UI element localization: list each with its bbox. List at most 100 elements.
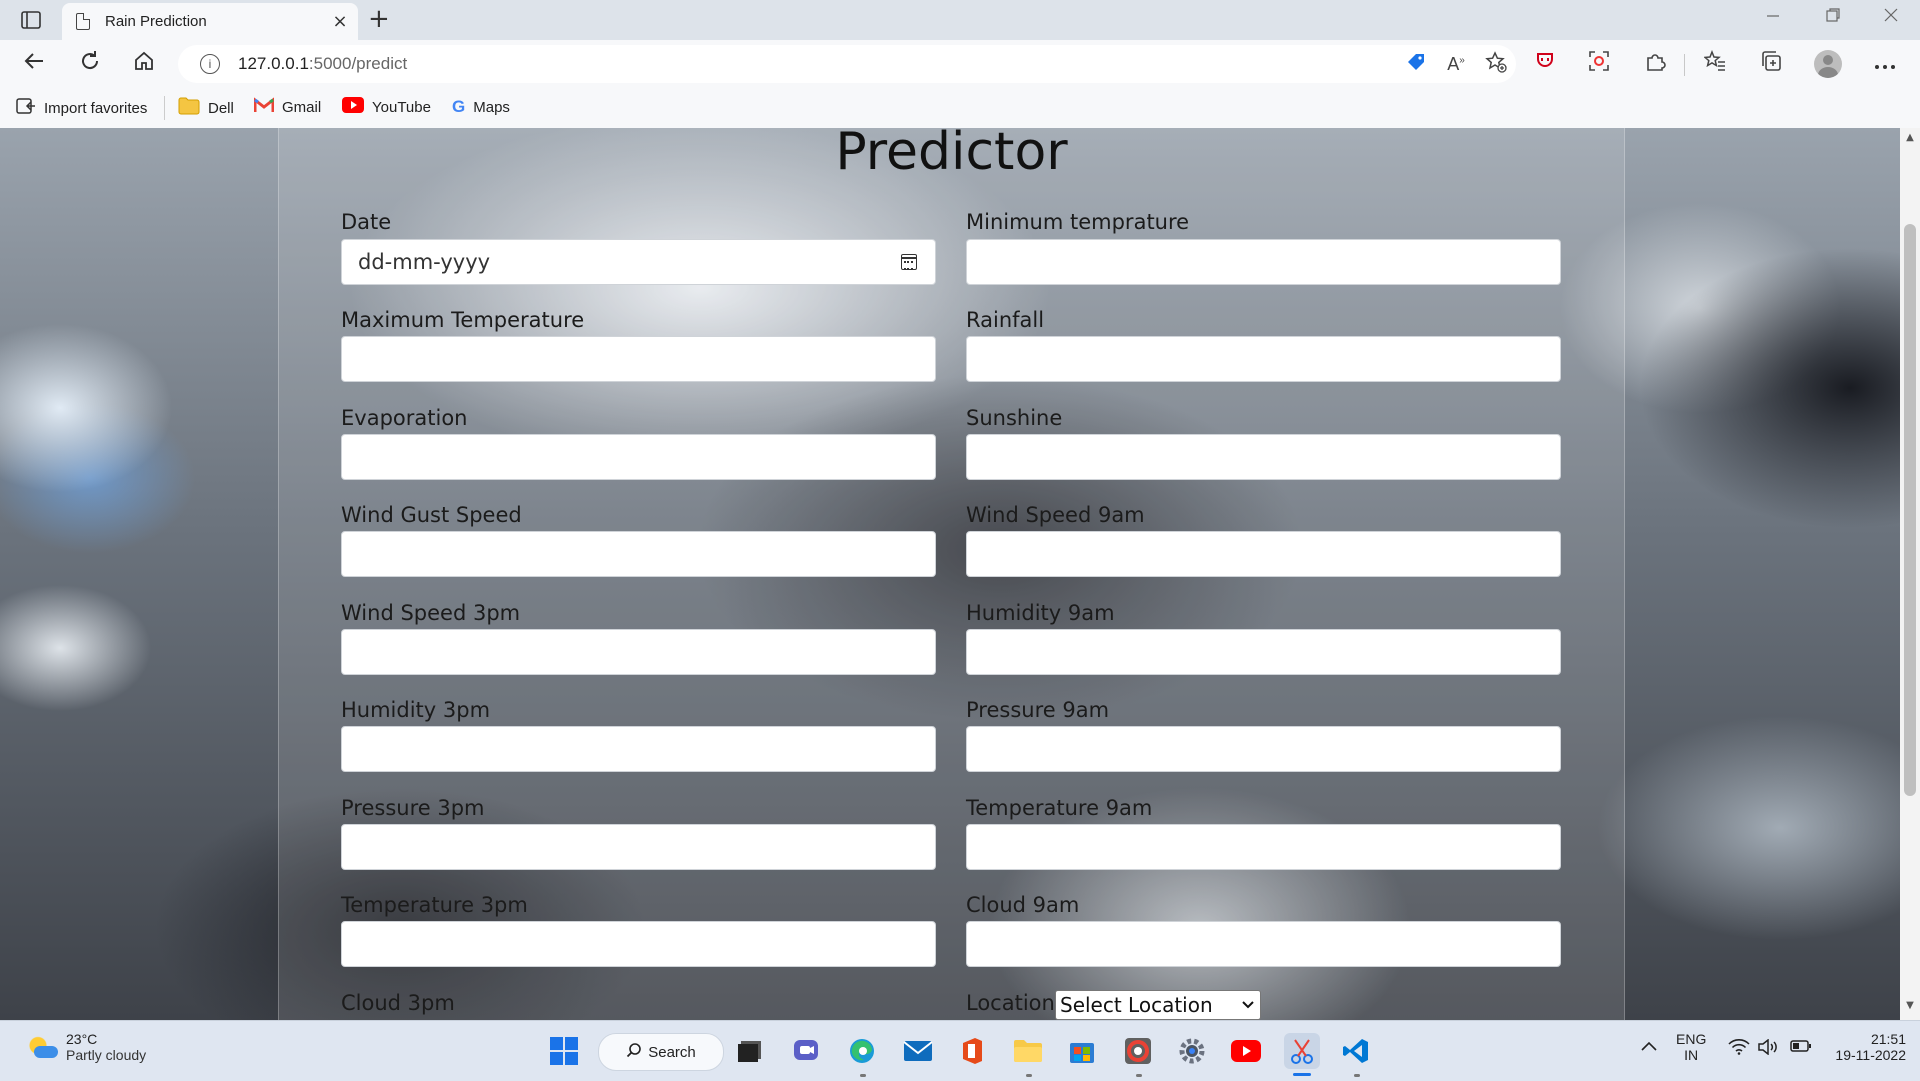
read-aloud-icon[interactable]: A» bbox=[1436, 54, 1476, 75]
home-icon[interactable] bbox=[128, 50, 160, 78]
label-wind-gust-speed: Wind Gust Speed bbox=[341, 503, 522, 527]
scroll-thumb[interactable] bbox=[1904, 224, 1916, 796]
google-icon: G bbox=[452, 97, 466, 116]
youtube-app-icon[interactable] bbox=[1228, 1033, 1264, 1069]
tab-title: Rain Prediction bbox=[105, 13, 207, 30]
location-selected-value: Select Location bbox=[1060, 993, 1213, 1017]
collections-icon[interactable] bbox=[1756, 50, 1786, 78]
back-icon[interactable] bbox=[18, 50, 50, 78]
cloud-9am-input[interactable] bbox=[966, 921, 1561, 967]
volume-icon[interactable] bbox=[1758, 1038, 1780, 1058]
windows-taskbar: 23°C Partly cloudy Search ENG IN 21:51 1… bbox=[0, 1020, 1920, 1081]
wifi-icon[interactable] bbox=[1728, 1039, 1750, 1058]
temperature-9am-input[interactable] bbox=[966, 824, 1561, 870]
favorite-label: Import favorites bbox=[44, 99, 148, 117]
label-sunshine: Sunshine bbox=[966, 406, 1063, 430]
browser-tab-bar: Rain Prediction × + bbox=[0, 0, 1920, 40]
mail-icon[interactable] bbox=[900, 1033, 936, 1069]
evaporation-input[interactable] bbox=[341, 434, 936, 480]
min-temperature-input[interactable] bbox=[966, 239, 1561, 285]
pressure-3pm-input[interactable] bbox=[341, 824, 936, 870]
favorite-label: Gmail bbox=[282, 98, 322, 116]
url-host: 127.0.0.1 bbox=[238, 54, 309, 73]
pressure-9am-input[interactable] bbox=[966, 726, 1561, 772]
favorite-youtube[interactable]: YouTube bbox=[342, 97, 431, 117]
max-temperature-input[interactable] bbox=[341, 336, 936, 382]
show-hidden-icons[interactable] bbox=[1640, 1039, 1658, 1055]
taskbar-search[interactable]: Search bbox=[598, 1033, 724, 1071]
favorite-label: Maps bbox=[473, 98, 510, 116]
browser-toolbar: i 127.0.0.1:5000/predict A» bbox=[0, 40, 1920, 88]
close-window-icon[interactable] bbox=[1884, 6, 1898, 27]
settings-icon[interactable] bbox=[1174, 1033, 1210, 1069]
start-icon[interactable] bbox=[546, 1033, 582, 1069]
wind-speed-3pm-input[interactable] bbox=[341, 629, 936, 675]
minimize-icon[interactable] bbox=[1766, 6, 1780, 27]
teams-chat-icon[interactable] bbox=[788, 1033, 824, 1069]
scroll-down-icon[interactable]: ▼ bbox=[1900, 1000, 1920, 1018]
rainfall-input[interactable] bbox=[966, 336, 1561, 382]
new-tab-button[interactable]: + bbox=[368, 4, 390, 34]
location-select[interactable]: Select Location bbox=[1055, 990, 1261, 1020]
pdf-extension-icon[interactable] bbox=[1530, 50, 1560, 78]
edge-icon[interactable] bbox=[844, 1033, 880, 1069]
page-scrollbar[interactable]: ▲ ▼ bbox=[1900, 128, 1920, 1020]
shopping-tag-icon[interactable] bbox=[1396, 52, 1436, 77]
screenshot-icon[interactable] bbox=[1584, 50, 1614, 78]
wind-gust-speed-input[interactable] bbox=[341, 531, 936, 577]
label-date: Date bbox=[341, 210, 392, 234]
site-info-icon[interactable]: i bbox=[200, 54, 220, 74]
calendar-icon[interactable] bbox=[901, 254, 917, 270]
input-language[interactable]: ENG IN bbox=[1676, 1031, 1706, 1063]
region-code: IN bbox=[1684, 1047, 1699, 1063]
label-location: Location bbox=[966, 991, 1055, 1015]
battery-icon[interactable] bbox=[1790, 1039, 1812, 1056]
date-input[interactable]: dd-mm-yyyy bbox=[341, 239, 936, 285]
profile-avatar[interactable] bbox=[1814, 50, 1842, 78]
humidity-3pm-input[interactable] bbox=[341, 726, 936, 772]
label-humidity-9am: Humidity 9am bbox=[966, 601, 1115, 625]
more-menu-icon[interactable] bbox=[1870, 50, 1900, 78]
browser-tab[interactable]: Rain Prediction × bbox=[62, 3, 358, 40]
url-text[interactable]: 127.0.0.1:5000/predict bbox=[238, 54, 1396, 74]
refresh-icon[interactable] bbox=[74, 50, 106, 78]
system-clock[interactable]: 21:51 19-11-2022 bbox=[1826, 1031, 1906, 1063]
favorite-gmail[interactable]: Gmail bbox=[253, 96, 322, 117]
clock-time: 21:51 bbox=[1870, 1031, 1906, 1047]
favorite-maps[interactable]: G Maps bbox=[452, 97, 510, 117]
restore-icon[interactable] bbox=[1826, 6, 1840, 27]
tab-actions-icon[interactable] bbox=[14, 8, 48, 32]
weather-widget[interactable]: 23°C Partly cloudy bbox=[26, 1031, 146, 1063]
store-icon[interactable] bbox=[1064, 1033, 1100, 1069]
label-wind-speed-3pm: Wind Speed 3pm bbox=[341, 601, 521, 625]
running-indicator bbox=[860, 1074, 866, 1077]
sunshine-input[interactable] bbox=[966, 434, 1561, 480]
task-view-icon[interactable] bbox=[732, 1033, 768, 1069]
favorite-import[interactable]: Import favorites bbox=[16, 97, 147, 119]
favorites-icon[interactable] bbox=[1700, 49, 1730, 78]
search-label: Search bbox=[648, 1043, 696, 1061]
partly-cloudy-icon bbox=[26, 1032, 58, 1062]
import-icon bbox=[16, 97, 36, 119]
snipping-tool-icon[interactable] bbox=[1284, 1033, 1320, 1069]
address-bar[interactable]: i 127.0.0.1:5000/predict A» bbox=[178, 45, 1516, 83]
chrome-icon[interactable] bbox=[1120, 1033, 1156, 1069]
scroll-up-icon[interactable]: ▲ bbox=[1900, 132, 1920, 150]
favorite-dell[interactable]: Dell bbox=[178, 97, 234, 119]
chevron-down-icon bbox=[1242, 997, 1254, 1013]
extensions-icon[interactable] bbox=[1640, 50, 1670, 78]
favorites-divider bbox=[164, 96, 165, 120]
favorite-label: Dell bbox=[208, 99, 234, 117]
running-indicator bbox=[1354, 1074, 1360, 1077]
office-icon[interactable] bbox=[954, 1033, 990, 1069]
label-max-temperature: Maximum Temperature bbox=[341, 308, 585, 332]
file-explorer-icon[interactable] bbox=[1010, 1033, 1046, 1069]
temperature-3pm-input[interactable] bbox=[341, 921, 936, 967]
add-favorite-icon[interactable] bbox=[1476, 50, 1516, 78]
wind-speed-9am-input[interactable] bbox=[966, 531, 1561, 577]
close-tab-icon[interactable]: × bbox=[328, 11, 352, 32]
label-humidity-3pm: Humidity 3pm bbox=[341, 698, 491, 722]
humidity-9am-input[interactable] bbox=[966, 629, 1561, 675]
youtube-icon bbox=[342, 97, 364, 117]
vscode-icon[interactable] bbox=[1338, 1033, 1374, 1069]
